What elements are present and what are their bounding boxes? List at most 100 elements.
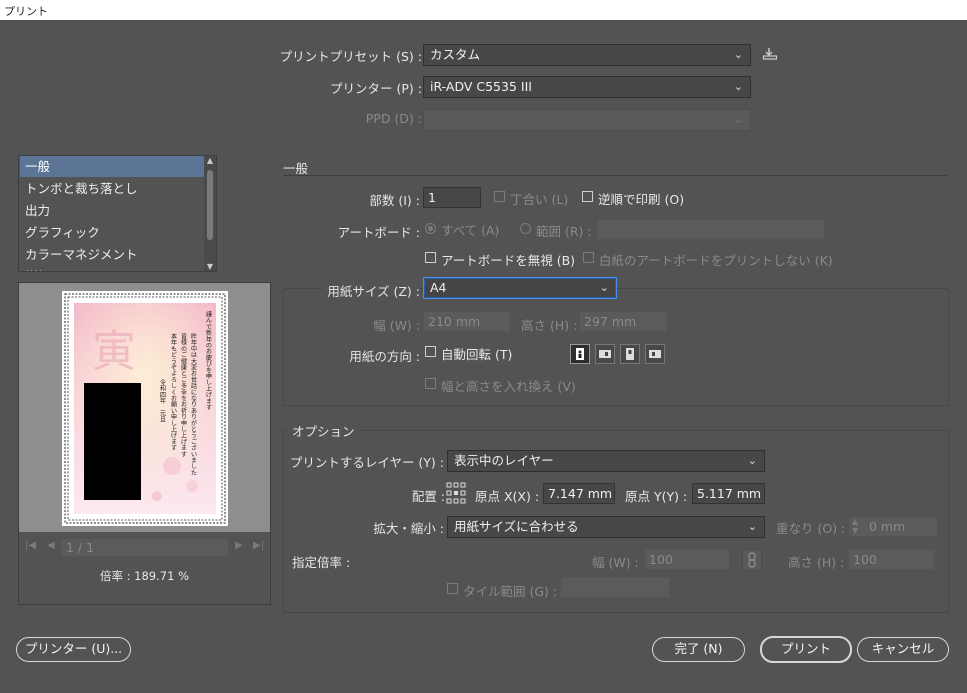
chevron-down-icon: ⌄ (747, 520, 757, 533)
prev-page-icon[interactable]: ◀ (47, 540, 55, 551)
custom-scale-label: 指定倍率 : (292, 555, 351, 570)
reverse-portrait-icon[interactable] (620, 344, 640, 364)
printer-dropdown[interactable]: iR-ADV C5535 III ⌄ (423, 76, 751, 98)
auto-rotate-label: 自動回転 (T) (441, 347, 513, 362)
list-scrollbar[interactable]: ▲ ▼ (204, 156, 216, 271)
origin-x-input[interactable]: 7.147 mm (543, 483, 615, 504)
last-page-icon[interactable]: ▶| (253, 540, 264, 551)
preset-dropdown[interactable]: カスタム ⌄ (423, 44, 751, 66)
media-size-dropdown[interactable]: A4 ⌄ (423, 277, 617, 299)
auto-rotate-checkbox[interactable] (425, 346, 436, 357)
scaling-label: 拡大・縮小 : (373, 521, 444, 536)
artboard-range-input[interactable] (597, 219, 825, 240)
printer-label: プリンター (P) : (330, 81, 422, 96)
link-icon[interactable] (742, 549, 762, 574)
tile-checkbox[interactable] (447, 583, 458, 594)
scale-height-input[interactable]: 100 (848, 549, 935, 570)
layers-label: プリントするレイヤー (Y) : (289, 455, 444, 470)
layers-dropdown[interactable]: 表示中のレイヤー ⌄ (447, 450, 765, 472)
media-height-input[interactable]: 297 mm (579, 311, 667, 332)
card-line-2: 昨年中は大変お世話になりありがとうございました (190, 332, 197, 475)
next-page-icon[interactable]: ▶ (235, 540, 243, 551)
artboard-label: アートボード : (337, 225, 420, 240)
overlap-label: 重なり (O) : (776, 521, 846, 536)
portrait-orientation-icon[interactable] (570, 344, 590, 364)
title-bar: プリント (0, 0, 967, 20)
scrollbar-thumb[interactable] (207, 170, 213, 240)
sidebar-item-general[interactable]: 一般 (20, 156, 206, 177)
window-title: プリント (4, 5, 48, 18)
print-button[interactable]: プリント (760, 636, 852, 663)
media-size-value: A4 (430, 280, 447, 295)
ppd-dropdown[interactable]: ⌄ (423, 109, 751, 131)
overlap-value: 0 mm (869, 519, 906, 534)
copies-label: 部数 (I) : (369, 193, 420, 208)
chevron-down-icon: ⌄ (733, 48, 743, 61)
card-line-3: 皆様のご健康とご多幸をお祈り申し上げます (180, 332, 187, 457)
overlap-stepper-icon[interactable]: ▲ ▼ (852, 517, 858, 535)
svg-text:寅: 寅 (92, 326, 136, 377)
scale-width-input[interactable]: 100 (644, 549, 730, 570)
sidebar-item-output[interactable]: 出力 (20, 200, 206, 221)
preview-panel: 寅 謹んで新年のお慶びを申し上げます 昨年中は大変お世話になりありがとうございま… (18, 282, 271, 605)
sidebar-item-advanced[interactable]: 詳細 (20, 266, 206, 271)
chevron-down-icon: ⌄ (747, 454, 757, 467)
tile-label: タイル範囲 (G) : (463, 584, 558, 599)
preset-label: プリントプリセット (S) : (279, 49, 422, 64)
scale-width-label: 幅 (W) : (592, 555, 639, 570)
origin-x-label: 原点 X(X) : (475, 489, 540, 504)
scale-height-label: 高さ (H) : (788, 555, 845, 570)
sidebar-item-color-management[interactable]: カラーマネジメント (20, 244, 206, 265)
page-indicator[interactable]: 1 / 1 (61, 538, 229, 557)
collate-label: 丁合い (L) (510, 192, 569, 207)
origin-y-label: 原点 Y(Y) : (625, 489, 688, 504)
media-width-label: 幅 (W) : (373, 318, 420, 333)
transverse-label: 幅と高さを入れ換え (V) (441, 379, 576, 394)
media-size-label: 用紙サイズ (Z) : (323, 281, 420, 300)
card-line-1: 謹んで新年のお慶びを申し上げます (205, 310, 212, 410)
artboard-all-label: すべて (A) (441, 223, 500, 238)
done-button[interactable]: 完了 (N) (652, 637, 745, 662)
collate-checkbox[interactable] (494, 191, 505, 202)
category-list[interactable]: 一般 トンボと裁ち落とし 出力 グラフィック カラーマネジメント 詳細 ▲ ▼ (18, 155, 217, 272)
transverse-checkbox[interactable] (425, 378, 436, 389)
artboard-all-radio[interactable] (425, 223, 436, 234)
reverse-order-checkbox[interactable] (582, 191, 593, 202)
chevron-down-icon: ⌄ (599, 281, 609, 294)
options-section-title: オプション (288, 421, 359, 440)
sidebar-item-graphics[interactable]: グラフィック (20, 222, 206, 243)
printer-setup-button[interactable]: プリンター (U)... (16, 637, 131, 662)
general-divider (283, 175, 947, 176)
card-line-5: 令和四年 元旦 (159, 378, 166, 422)
copies-input[interactable]: 1 (423, 187, 481, 208)
first-page-icon[interactable]: |◀ (25, 540, 36, 551)
chevron-down-icon: ⌄ (733, 80, 743, 93)
printer-value: iR-ADV C5535 III (430, 79, 532, 94)
paper-preview: 寅 謹んで新年のお慶びを申し上げます 昨年中は大変お世話になりありがとうございま… (62, 291, 228, 526)
media-width-input[interactable]: 210 mm (423, 311, 511, 332)
ignore-artboards-checkbox[interactable] (425, 252, 436, 263)
tile-range-input[interactable] (560, 577, 670, 598)
chevron-down-icon: ⌄ (733, 113, 743, 126)
reference-point-icon[interactable] (446, 482, 466, 507)
layers-value: 表示中のレイヤー (454, 453, 554, 468)
scaling-dropdown[interactable]: 用紙サイズに合わせる ⌄ (447, 516, 765, 538)
origin-y-input[interactable]: 5.117 mm (692, 483, 765, 504)
sidebar-item-marks-bleed[interactable]: トンボと裁ち落とし (20, 178, 206, 199)
landscape-orientation-icon[interactable] (595, 344, 615, 364)
scroll-up-icon[interactable]: ▲ (204, 156, 216, 165)
save-preset-icon[interactable] (762, 47, 778, 64)
orientation-label: 用紙の方向 : (349, 349, 420, 364)
preview-area[interactable]: 寅 謹んで新年のお慶びを申し上げます 昨年中は大変お世話になりありがとうございま… (19, 283, 270, 532)
artboard-range-radio[interactable] (520, 223, 531, 234)
overlap-input[interactable]: 0 mm (848, 516, 938, 537)
ppd-label: PPD (D) : (365, 111, 422, 126)
ignore-artboards-label: アートボードを無視 (B) (441, 253, 576, 268)
scaling-value: 用紙サイズに合わせる (454, 519, 579, 534)
skip-blank-checkbox[interactable] (583, 252, 594, 263)
zoom-text: 倍率 : 189.71 % (99, 569, 189, 583)
cancel-button[interactable]: キャンセル (857, 637, 949, 662)
reverse-landscape-icon[interactable] (645, 344, 665, 364)
artboard-range-label: 範囲 (R) : (536, 224, 592, 239)
scroll-down-icon[interactable]: ▼ (204, 262, 216, 271)
